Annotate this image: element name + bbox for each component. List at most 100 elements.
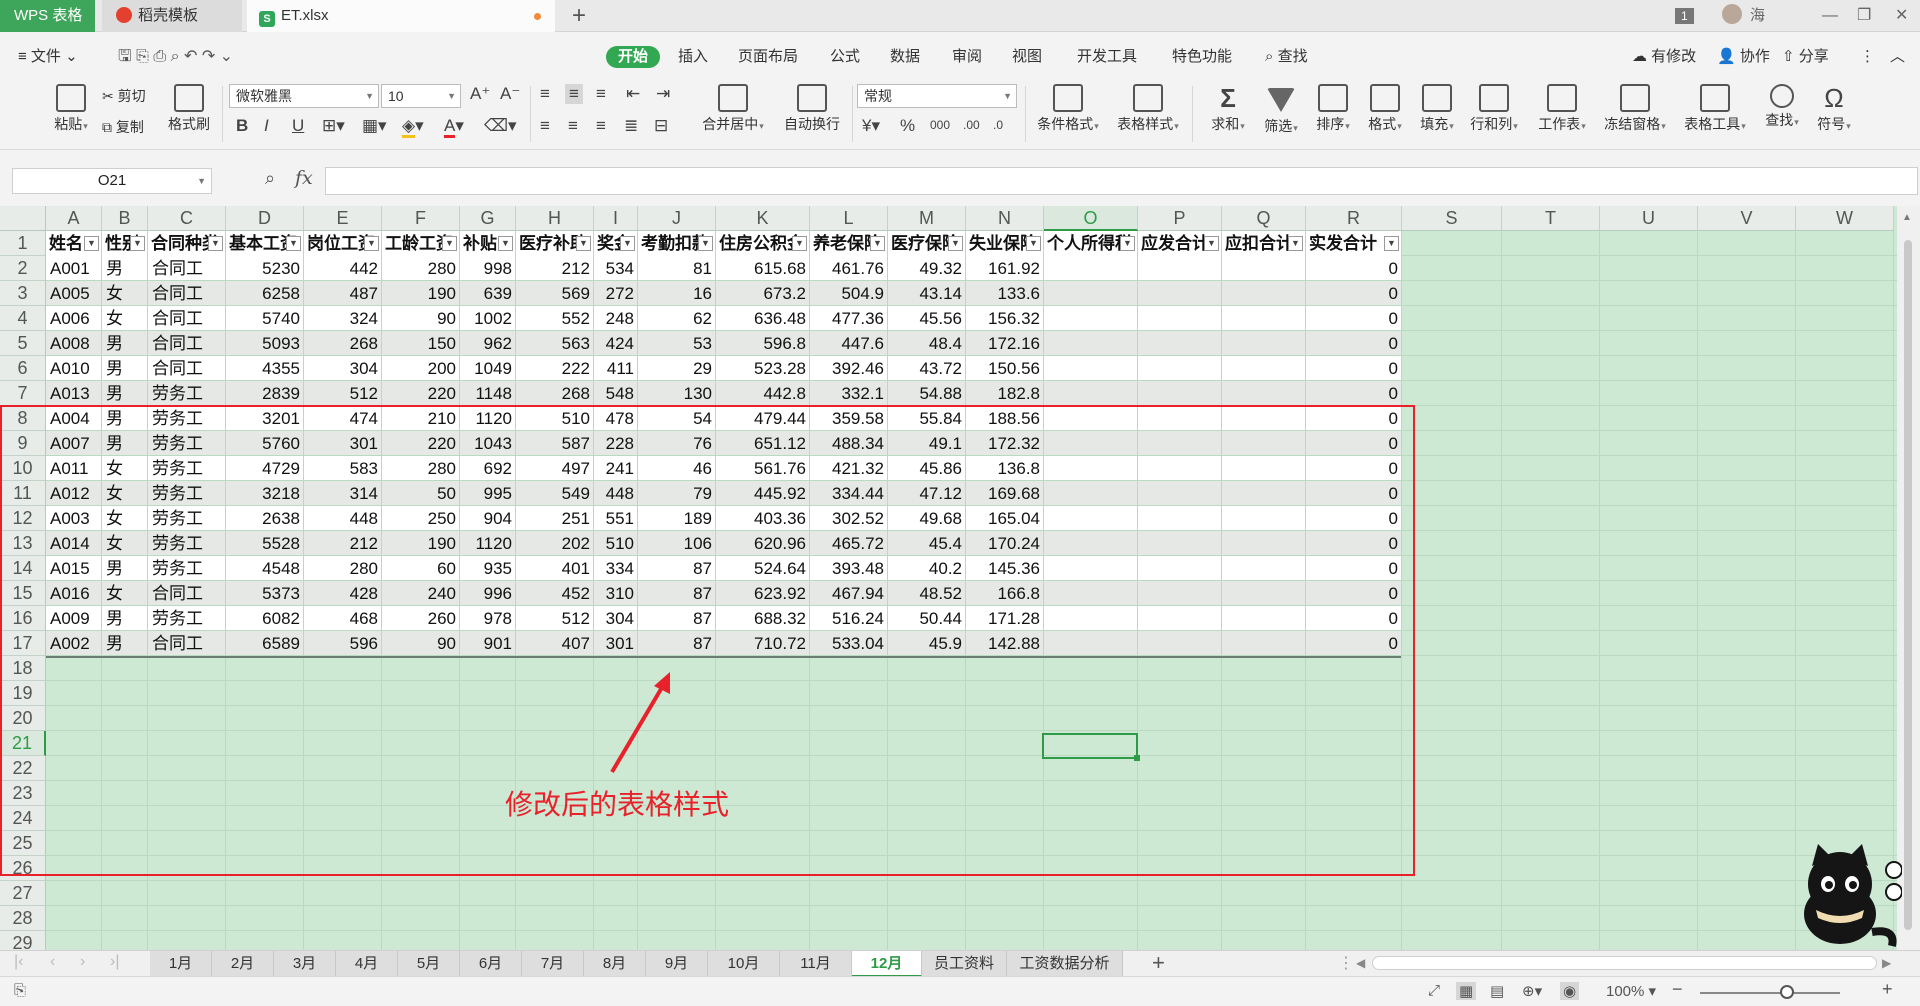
table-cell[interactable]: 156.32 (966, 306, 1044, 331)
collaborate-button[interactable]: 👤 协作 (1717, 46, 1770, 68)
table-cell[interactable]: A010 (46, 356, 102, 381)
table-cell[interactable]: 280 (382, 256, 460, 281)
scroll-right-icon[interactable]: ▶ (1882, 956, 1891, 970)
table-cell[interactable]: 673.2 (716, 281, 810, 306)
zoom-formula-icon[interactable]: ⌕ (265, 168, 275, 189)
zoom-in-icon[interactable]: + (1882, 979, 1893, 1000)
table-cell[interactable]: 16 (638, 281, 716, 306)
table-cell[interactable]: 53 (638, 331, 716, 356)
row-header[interactable]: 2 (0, 256, 46, 281)
column-header[interactable]: F (382, 206, 460, 231)
table-cell[interactable]: 596.8 (716, 331, 810, 356)
table-header-cell[interactable]: 奖金 ▼ (594, 231, 638, 256)
sheet-tab[interactable]: 3月 (274, 951, 336, 977)
table-cell[interactable]: A013 (46, 381, 102, 406)
column-header[interactable]: H (516, 206, 594, 231)
table-cell[interactable]: 222 (516, 356, 594, 381)
column-header[interactable]: O (1044, 206, 1138, 231)
filter-dropdown-icon[interactable]: ▼ (208, 236, 223, 251)
table-cell[interactable] (1222, 306, 1306, 331)
table-cell[interactable]: 劳务工 (148, 381, 226, 406)
table-cell[interactable]: 130 (638, 381, 716, 406)
table-cell[interactable]: 200 (382, 356, 460, 381)
worksheet-button[interactable]: 工作表 (1532, 80, 1592, 134)
table-header-cell[interactable]: 性别 ▼ (102, 231, 148, 256)
align-top-icon[interactable]: ≡ (540, 84, 550, 104)
table-cell[interactable]: 5740 (226, 306, 304, 331)
table-cell[interactable]: 女 (102, 306, 148, 331)
table-cell[interactable]: 534 (594, 256, 638, 281)
column-header[interactable]: S (1402, 206, 1502, 231)
fill-color-icon[interactable]: ◈▾ (402, 116, 424, 138)
table-cell[interactable]: 962 (460, 331, 516, 356)
sheet-tab[interactable]: 1月 (150, 951, 212, 977)
table-cell[interactable]: 636.48 (716, 306, 810, 331)
table-cell[interactable]: 150 (382, 331, 460, 356)
column-header[interactable]: M (888, 206, 966, 231)
prev-sheet-icon[interactable]: ‹ (50, 953, 55, 971)
sheet-tab[interactable]: 12月 (852, 951, 922, 977)
column-header[interactable]: G (460, 206, 516, 231)
table-cell[interactable] (1222, 356, 1306, 381)
filter-dropdown-icon[interactable]: ▼ (286, 236, 301, 251)
row-header[interactable]: 28 (0, 906, 46, 931)
column-header[interactable]: R (1306, 206, 1402, 231)
freeze-panes-button[interactable]: 冻结窗格 (1598, 80, 1672, 134)
formula-input[interactable] (325, 167, 1918, 195)
table-cell[interactable]: 615.68 (716, 256, 810, 281)
table-cell[interactable]: 54.88 (888, 381, 966, 406)
format-painter-button[interactable]: 格式刷 (164, 80, 214, 134)
wps-app-tab[interactable]: WPS 表格 (0, 0, 95, 32)
tab-home[interactable]: 开始 (606, 46, 661, 68)
tab-formula[interactable]: 公式 (830, 46, 860, 68)
scroll-thumb[interactable] (1904, 240, 1912, 930)
column-header[interactable]: K (716, 206, 810, 231)
table-cell[interactable]: 合同工 (148, 281, 226, 306)
table-header-cell[interactable]: 个人所得税 ▼ (1044, 231, 1138, 256)
column-header[interactable]: T (1502, 206, 1600, 231)
table-cell[interactable]: 男 (102, 381, 148, 406)
collapse-ribbon-icon[interactable]: ︿ (1890, 46, 1905, 68)
horizontal-scrollbar[interactable] (1372, 956, 1877, 970)
format-button[interactable]: 格式 (1362, 80, 1408, 134)
bold-icon[interactable]: B (236, 116, 248, 136)
table-cell[interactable]: 442 (304, 256, 382, 281)
table-cell[interactable]: 43.14 (888, 281, 966, 306)
font-name-select[interactable]: 微软雅黑 ▼ (229, 84, 379, 108)
column-header[interactable]: Q (1222, 206, 1306, 231)
table-cell[interactable]: A001 (46, 256, 102, 281)
table-cell[interactable]: 29 (638, 356, 716, 381)
page-break-view-icon[interactable]: ▤ (1490, 982, 1504, 1000)
table-header-cell[interactable]: 医疗保险 ▼ (888, 231, 966, 256)
table-cell[interactable]: 5230 (226, 256, 304, 281)
table-cell[interactable] (1138, 281, 1222, 306)
sheet-tab[interactable]: 8月 (584, 951, 646, 977)
share-button[interactable]: ⇧ 分享 (1782, 46, 1829, 68)
column-header[interactable]: E (304, 206, 382, 231)
shrink-font-icon[interactable]: A⁻ (500, 84, 520, 104)
table-cell[interactable]: 161.92 (966, 256, 1044, 281)
table-cell[interactable]: 268 (516, 381, 594, 406)
table-cell[interactable]: 0 (1306, 256, 1402, 281)
row-col-button[interactable]: 行和列 (1466, 80, 1522, 134)
close-icon[interactable]: ✕ (1895, 0, 1908, 32)
table-cell[interactable]: 392.46 (810, 356, 888, 381)
last-sheet-icon[interactable]: ›| (110, 953, 119, 971)
table-cell[interactable] (1044, 281, 1138, 306)
table-cell[interactable] (1138, 381, 1222, 406)
table-cell[interactable] (1222, 281, 1306, 306)
table-cell[interactable] (1222, 331, 1306, 356)
tab-splitter-icon[interactable]: ⋮ (1338, 953, 1354, 973)
next-sheet-icon[interactable]: › (80, 953, 85, 971)
table-cell[interactable] (1044, 331, 1138, 356)
row-header[interactable]: 4 (0, 306, 46, 331)
user-avatar[interactable]: 海 (1722, 0, 1765, 32)
underline-icon[interactable]: U (292, 116, 304, 136)
table-header-cell[interactable]: 医疗补助 ▼ (516, 231, 594, 256)
table-cell[interactable]: 合同工 (148, 256, 226, 281)
table-header-cell[interactable]: 住房公积金 ▼ (716, 231, 810, 256)
font-size-select[interactable]: 10 ▼ (381, 84, 461, 108)
table-cell[interactable]: 272 (594, 281, 638, 306)
table-style-button[interactable]: 表格样式 (1110, 80, 1186, 134)
filter-button[interactable]: 筛选 (1258, 80, 1304, 136)
